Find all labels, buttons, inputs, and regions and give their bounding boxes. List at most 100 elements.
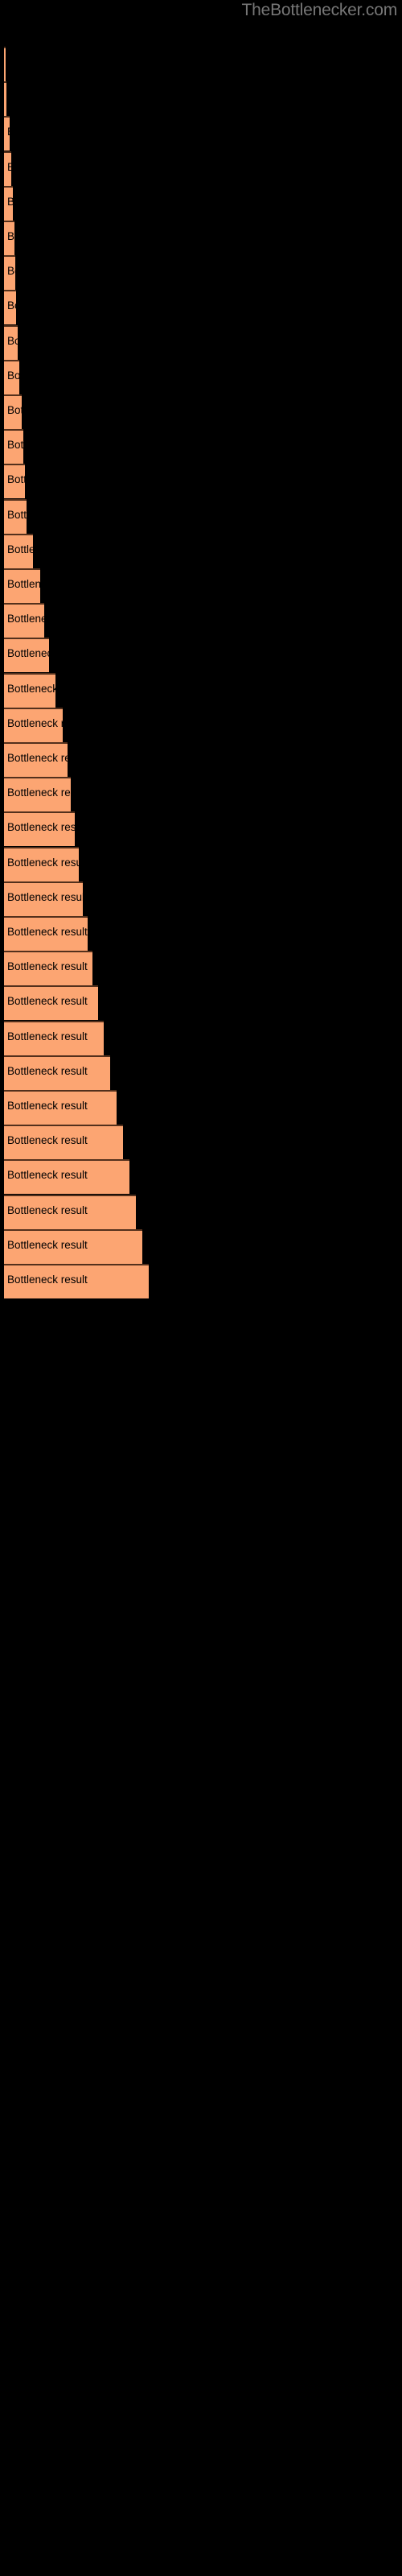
bar-row: Bottleneck result — [0, 603, 402, 638]
bar: Bottleneck result — [4, 394, 25, 429]
bar-label: Bottleneck result — [7, 508, 30, 521]
bar-label: Bottleneck result — [7, 613, 47, 625]
bar-row: Bottleneck result — [0, 290, 402, 325]
bar: Bottleneck result — [4, 672, 59, 708]
bar: Bottleneck result — [4, 811, 78, 847]
bottleneck-chart: TheBottlenecker.com Bottleneck resultBot… — [0, 0, 402, 2576]
bar-row: Bottleneck result — [0, 498, 402, 534]
bar-row: Bottleneck result — [0, 951, 402, 986]
bar: Bottleneck result — [4, 324, 21, 360]
bar: Bottleneck result — [4, 81, 10, 117]
bar-label: Bottleneck result — [7, 752, 71, 764]
bar: Bottleneck result — [4, 846, 82, 881]
bar-row: Bottleneck result — [0, 638, 402, 673]
bar-row: Bottleneck result — [0, 394, 402, 429]
bar-label: Bottleneck result — [7, 160, 14, 173]
bar-label: Bottleneck result — [7, 439, 27, 452]
bar: Bottleneck result — [4, 1228, 142, 1264]
bar-row: Bottleneck result — [0, 1194, 402, 1229]
bar: Bottleneck result — [4, 290, 19, 325]
bar-label: Bottleneck result — [7, 1030, 88, 1042]
bar: Bottleneck result — [4, 116, 13, 151]
bar-label: Bottleneck result — [7, 1134, 88, 1147]
bar: Bottleneck result — [4, 916, 88, 951]
bar-row: Bottleneck result — [0, 811, 402, 847]
bar-row: Bottleneck result — [0, 1159, 402, 1195]
bar: Bottleneck result — [4, 1020, 104, 1055]
bar: Bottleneck result — [4, 498, 30, 534]
bar: Bottleneck result — [4, 221, 18, 255]
bar-label: Bottleneck result — [7, 230, 18, 242]
bar-row: Bottleneck result — [0, 185, 402, 221]
bar-label: Bottleneck result — [7, 369, 23, 382]
bar: Bottleneck result — [4, 1159, 129, 1195]
bar-label: Bottleneck result — [7, 543, 36, 555]
bar-label: Bottleneck result — [7, 299, 19, 312]
bar-label: Bottleneck result — [7, 56, 9, 69]
bar-label: Bottleneck result — [7, 473, 28, 486]
bar: Bottleneck result — [4, 603, 47, 638]
bar-label: Bottleneck result — [7, 90, 10, 104]
bar-label: Bottleneck result — [7, 195, 16, 208]
bar-row: Bottleneck result — [0, 324, 402, 360]
bar-label: Bottleneck result — [7, 890, 86, 903]
bar-label: Bottleneck result — [7, 716, 66, 729]
bar-label: Bottleneck result — [7, 821, 78, 834]
bar-label: Bottleneck result — [7, 578, 43, 590]
bar-row: Bottleneck result — [0, 916, 402, 951]
bar: Bottleneck result — [4, 985, 98, 1021]
bar-row: Bottleneck result — [0, 707, 402, 742]
bar-row: Bottleneck result — [0, 81, 402, 117]
bar-label: Bottleneck result — [7, 1203, 88, 1216]
bar: Bottleneck result — [4, 707, 66, 742]
bar-label: Bottleneck result — [7, 334, 21, 347]
bar-row: Bottleneck result — [0, 777, 402, 812]
bar: Bottleneck result — [4, 464, 28, 499]
bar: Bottleneck result — [4, 742, 71, 777]
bar-row: Bottleneck result — [0, 429, 402, 464]
bar-row: Bottleneck result — [0, 116, 402, 151]
bar-label: Bottleneck result — [7, 995, 88, 1008]
bar-row: Bottleneck result — [0, 672, 402, 708]
bar-label: Bottleneck result — [7, 1064, 88, 1077]
bar: Bottleneck result — [4, 1090, 117, 1125]
bar: Bottleneck result — [4, 359, 23, 394]
bar-row: Bottleneck result — [0, 151, 402, 186]
bar-label: Bottleneck result — [7, 404, 25, 416]
bar: Bottleneck result — [4, 533, 36, 568]
bar-label: Bottleneck result — [7, 126, 13, 138]
bar-row: Bottleneck result — [0, 1228, 402, 1264]
bar-label: Bottleneck result — [7, 1238, 88, 1251]
bar: Bottleneck result — [4, 1055, 110, 1090]
bar-label: Bottleneck result — [7, 682, 59, 695]
bar-label: Bottleneck result — [7, 926, 88, 938]
bar: Bottleneck result — [4, 1264, 149, 1298]
bar-row: Bottleneck result — [0, 568, 402, 603]
bar-list: Bottleneck result Bottleneck result Bottle… — [0, 0, 402, 2576]
bar: Bottleneck result — [4, 777, 74, 812]
bar-row: Bottleneck result — [0, 359, 402, 394]
bar-label: Bottleneck result — [7, 1169, 88, 1182]
bar-row: Bottleneck result — [0, 1125, 402, 1160]
bar: Bottleneck result — [4, 881, 86, 916]
bar-row: Bottleneck result — [0, 221, 402, 255]
bar-row: Bottleneck result — [0, 985, 402, 1021]
bar-label: Bottleneck result — [7, 265, 18, 278]
bar: Bottleneck result — [4, 568, 43, 603]
bar: Bottleneck result — [4, 951, 92, 986]
bar-label: Bottleneck result — [7, 647, 52, 660]
bar-row: Bottleneck result — [0, 464, 402, 499]
bar: Bottleneck result — [4, 1125, 123, 1160]
bar-label: Bottleneck result — [7, 1274, 88, 1286]
bar-row: Bottleneck result — [0, 1264, 402, 1298]
bar-row: Bottleneck result — [0, 533, 402, 568]
bar: Bottleneck result — [4, 47, 9, 81]
bar-row: Bottleneck result — [0, 47, 402, 81]
bar-label: Bottleneck result — [7, 786, 74, 799]
bar-row: Bottleneck result — [0, 255, 402, 291]
bar: Bottleneck result — [4, 255, 18, 291]
bar: Bottleneck result — [4, 638, 52, 673]
bar: Bottleneck result — [4, 185, 16, 221]
bar: Bottleneck result — [4, 429, 27, 464]
bar-label: Bottleneck result — [7, 960, 88, 973]
